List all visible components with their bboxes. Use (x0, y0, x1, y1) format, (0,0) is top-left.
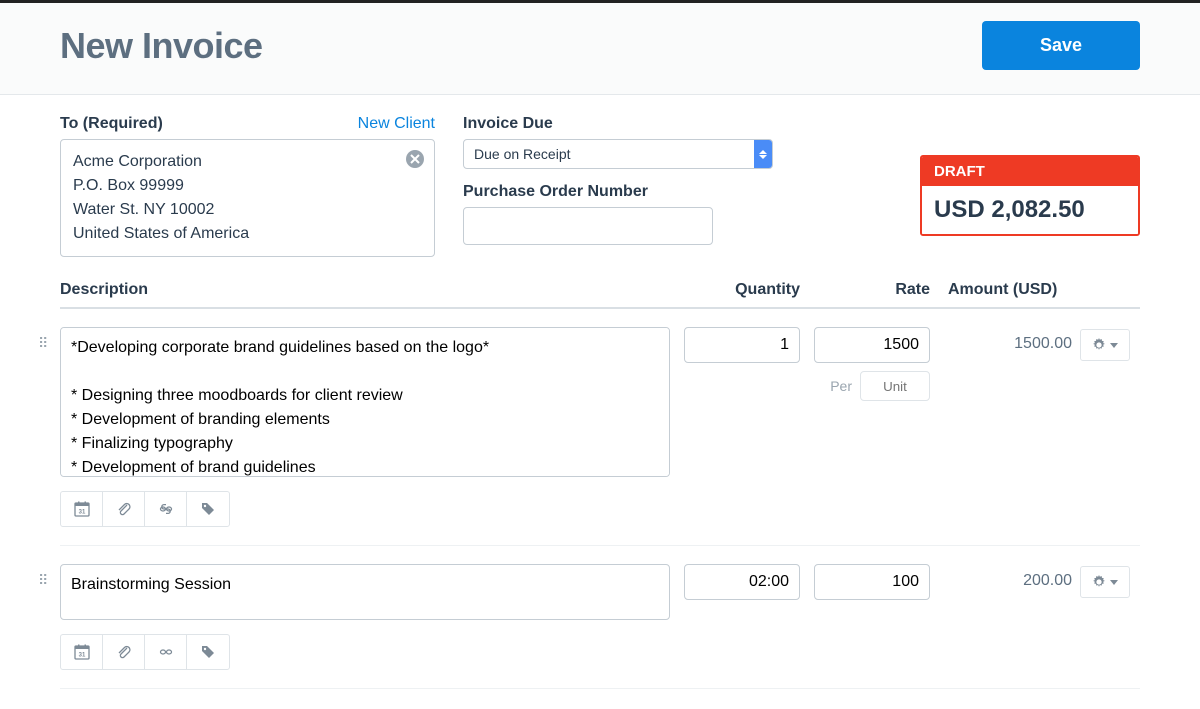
to-label: To (Required) (60, 115, 163, 133)
attach-button[interactable] (103, 635, 145, 669)
gear-icon (1092, 575, 1106, 589)
calendar-icon: 31 (74, 501, 90, 517)
unit-input[interactable] (860, 371, 930, 401)
line-item: ⠿ 31 Per (60, 309, 1140, 527)
chevron-down-icon (1110, 343, 1118, 348)
calendar-icon: 31 (74, 644, 90, 660)
line-amount: 200.00 (930, 564, 1080, 590)
tag-button[interactable] (187, 492, 229, 526)
svg-text:31: 31 (78, 653, 85, 659)
paperclip-icon (116, 644, 132, 660)
client-box[interactable]: Acme Corporation P.O. Box 99999 Water St… (60, 139, 435, 257)
line-amount: 1500.00 (930, 327, 1080, 353)
invoice-due-select[interactable]: Due on Receipt (463, 139, 773, 169)
page-header: New Invoice Save (0, 3, 1200, 95)
save-button[interactable]: Save (982, 21, 1140, 70)
invoice-due-label: Invoice Due (463, 115, 773, 133)
drag-handle-icon[interactable]: ⠿ (38, 327, 56, 352)
link-icon (158, 644, 174, 660)
tag-icon (200, 644, 216, 660)
col-description: Description (60, 281, 670, 299)
client-address-3: United States of America (73, 222, 422, 246)
line-toolbar: 31 (60, 634, 230, 670)
tag-icon (200, 501, 216, 517)
chevron-down-icon (1110, 580, 1118, 585)
client-name: Acme Corporation (73, 150, 422, 174)
select-stepper-icon (754, 140, 772, 168)
client-address-1: P.O. Box 99999 (73, 174, 422, 198)
date-button[interactable]: 31 (61, 635, 103, 669)
col-rate: Rate (800, 281, 930, 299)
page-title: New Invoice (60, 25, 263, 67)
tag-button[interactable] (187, 635, 229, 669)
clear-client-button[interactable] (406, 150, 424, 168)
po-input[interactable] (463, 207, 713, 245)
invoice-total: USD 2,082.50 (922, 186, 1138, 234)
quantity-input[interactable] (684, 327, 800, 363)
rate-input[interactable] (814, 564, 930, 600)
svg-text:31: 31 (78, 510, 85, 516)
drag-handle-icon[interactable]: ⠿ (38, 564, 56, 589)
invoice-due-value: Due on Receipt (474, 146, 571, 162)
line-actions-button[interactable] (1080, 566, 1130, 598)
link-button[interactable] (145, 492, 187, 526)
quantity-input[interactable] (684, 564, 800, 600)
date-button[interactable]: 31 (61, 492, 103, 526)
col-amount: Amount (USD) (930, 281, 1080, 299)
paperclip-icon (116, 501, 132, 517)
client-address-2: Water St. NY 10002 (73, 198, 422, 222)
link-icon (158, 501, 174, 517)
close-icon (410, 154, 420, 164)
line-actions-button[interactable] (1080, 329, 1130, 361)
description-input[interactable] (60, 564, 670, 620)
link-button[interactable] (145, 635, 187, 669)
po-label: Purchase Order Number (463, 183, 773, 201)
status-badge: DRAFT (922, 157, 1138, 186)
per-label: Per (830, 378, 852, 394)
line-toolbar: 31 (60, 491, 230, 527)
line-item: ⠿ 31 200.00 (60, 546, 1140, 670)
col-quantity: Quantity (670, 281, 800, 299)
gear-icon (1092, 338, 1106, 352)
line-items-header: Description Quantity Rate Amount (USD) (60, 281, 1140, 309)
description-input[interactable] (60, 327, 670, 477)
invoice-total-box: DRAFT USD 2,082.50 (920, 155, 1140, 236)
attach-button[interactable] (103, 492, 145, 526)
new-client-link[interactable]: New Client (358, 115, 435, 133)
rate-input[interactable] (814, 327, 930, 363)
